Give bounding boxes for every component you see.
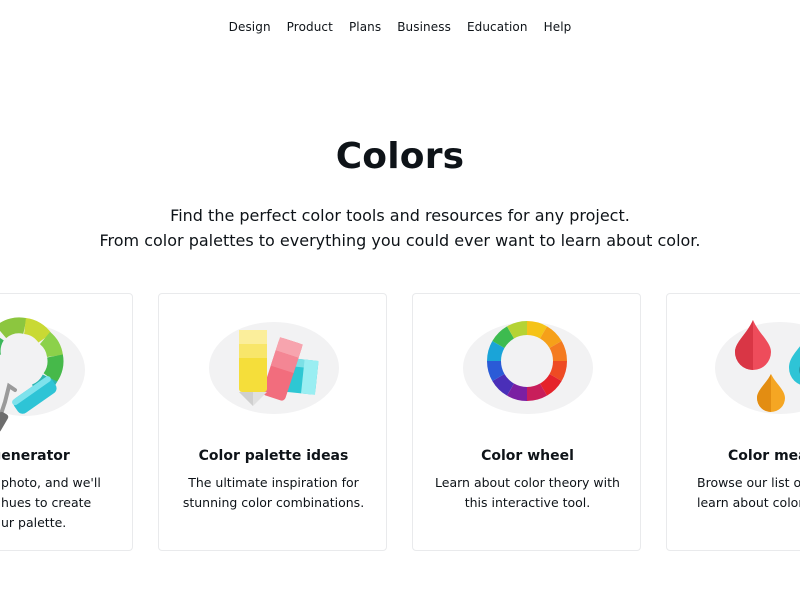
- card-description: The ultimate inspiration for stunning co…: [182, 475, 365, 510]
- card-palette-generator[interactable]: lette generator photo, and we'll hues to…: [0, 293, 133, 551]
- card-description: photo, and we'll hues to create ur palet…: [1, 475, 101, 530]
- nav-item-help[interactable]: Help: [536, 18, 580, 36]
- nav-item-design[interactable]: Design: [221, 18, 279, 36]
- card-color-palette-ideas[interactable]: Color palette ideas The ultimate inspira…: [158, 293, 387, 551]
- nav-item-business[interactable]: Business: [389, 18, 459, 36]
- card-description: Learn about color theory with this inter…: [435, 475, 620, 510]
- page: Design Product Plans Business Education …: [0, 0, 800, 600]
- nav-item-product[interactable]: Product: [279, 18, 341, 36]
- card-title: Color mear: [728, 448, 800, 464]
- page-subtitle: Find the perfect color tools and resourc…: [0, 203, 800, 253]
- page-title: Colors: [335, 136, 465, 177]
- paint-roller-icon: [0, 317, 64, 433]
- color-wheel-icon: [486, 320, 568, 402]
- card-title: lette generator: [0, 448, 70, 464]
- card-color-wheel[interactable]: Color wheel Learn about color theory wit…: [412, 293, 641, 551]
- swatch-fan-icon: [239, 330, 319, 406]
- top-nav: Design Product Plans Business Education …: [0, 18, 800, 36]
- nav-item-education[interactable]: Education: [459, 18, 536, 36]
- card-title: Color palette ideas: [198, 448, 349, 464]
- card-description: Browse our list of learn about color: [697, 475, 800, 510]
- card-title: Color wheel: [481, 448, 574, 464]
- subtitle-line-2: From color palettes to everything you co…: [99, 231, 701, 250]
- nav-item-plans[interactable]: Plans: [341, 18, 389, 36]
- paint-drops-icon: [735, 320, 800, 412]
- card-color-meanings[interactable]: Color mear Browse our list of learn abou…: [666, 293, 800, 551]
- subtitle-line-1: Find the perfect color tools and resourc…: [170, 206, 630, 225]
